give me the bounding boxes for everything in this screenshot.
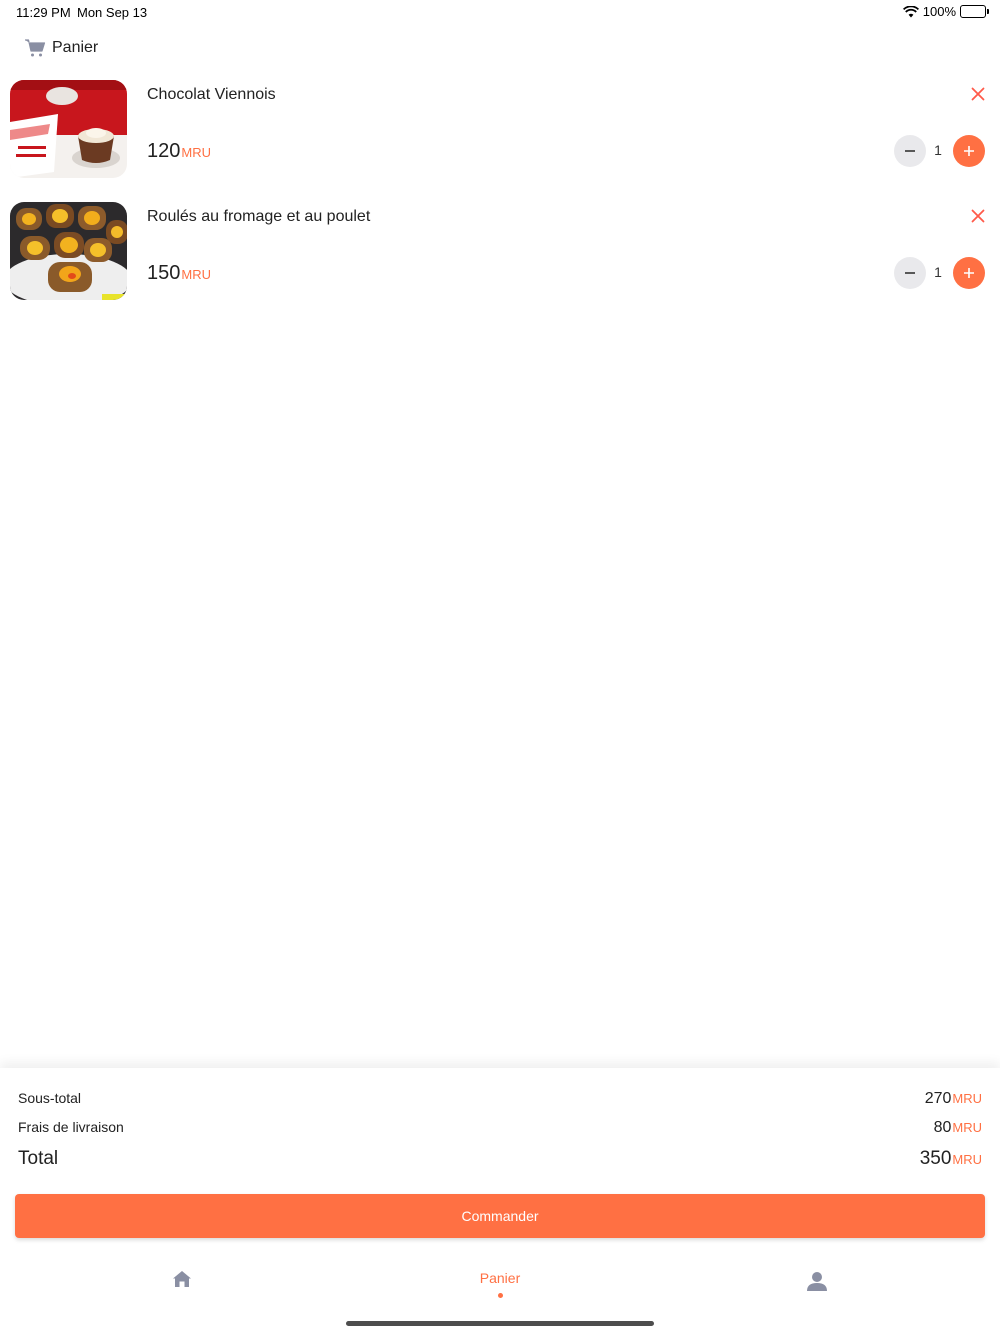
total-row: Total 350MRU (18, 1148, 982, 1170)
item-price-currency: MRU (181, 145, 211, 160)
delivery-fee-amount: 80 (933, 1119, 952, 1136)
total-amount: 350 (919, 1148, 952, 1169)
subtotal-row: Sous-total 270MRU (18, 1090, 982, 1108)
nav-panier[interactable]: Panier (470, 1270, 530, 1298)
cart-item: Chocolat Viennois 120MRU 1 (0, 80, 1000, 180)
item-price: 150MRU (147, 262, 211, 285)
close-icon (971, 87, 985, 101)
item-name: Chocolat Viennois (147, 86, 276, 103)
product-image (10, 202, 127, 300)
minus-icon (905, 272, 915, 274)
increase-quantity-button[interactable] (953, 257, 985, 289)
item-price-value: 150 (147, 262, 181, 284)
subtotal-label: Sous-total (18, 1090, 82, 1106)
cart-icon (24, 38, 46, 58)
product-image (10, 80, 127, 178)
item-name: Roulés au fromage et au poulet (147, 208, 371, 225)
battery-percent: 100% (922, 4, 956, 19)
home-indicator (346, 1321, 654, 1326)
decrease-quantity-button[interactable] (894, 257, 926, 289)
item-price: 120MRU (147, 140, 211, 163)
subtotal-amount: 270 (924, 1090, 952, 1107)
nav-panier-label: Panier (479, 1270, 521, 1286)
cart-item: Roulés au fromage et au poulet 150MRU 1 (0, 202, 1000, 302)
status-indicators: 100% (902, 4, 989, 19)
status-time: 11:29 PM (16, 5, 71, 20)
minus-icon (905, 150, 915, 152)
status-date: Mon Sep 13 (77, 5, 148, 20)
profile-icon (807, 1272, 827, 1291)
total-currency: MRU (952, 1152, 982, 1167)
total-value: 350MRU (920, 1148, 982, 1170)
status-bar: 11:29 PM Mon Sep 13 100% (0, 0, 1000, 24)
remove-item-button[interactable] (970, 208, 986, 224)
delivery-fee-value: 80MRU (934, 1119, 982, 1137)
page-title: Panier (52, 39, 99, 56)
quantity-value: 1 (934, 142, 942, 158)
delivery-fee-currency: MRU (952, 1120, 982, 1135)
battery-icon (960, 5, 989, 18)
wifi-icon (902, 5, 919, 18)
subtotal-currency: MRU (952, 1091, 982, 1106)
order-button[interactable]: Commander (15, 1194, 985, 1238)
delivery-fee-row: Frais de livraison 80MRU (18, 1119, 982, 1137)
plus-icon (964, 146, 974, 156)
item-price-currency: MRU (181, 267, 211, 282)
decrease-quantity-button[interactable] (894, 135, 926, 167)
subtotal-value: 270MRU (925, 1090, 982, 1108)
quantity-value: 1 (934, 264, 942, 280)
nav-profile[interactable] (806, 1270, 828, 1292)
total-label: Total (18, 1148, 59, 1169)
delivery-fee-label: Frais de livraison (18, 1119, 124, 1135)
close-icon (971, 209, 985, 223)
increase-quantity-button[interactable] (953, 135, 985, 167)
nav-home[interactable] (172, 1270, 192, 1288)
remove-item-button[interactable] (970, 86, 986, 102)
home-icon (173, 1271, 191, 1287)
item-price-value: 120 (147, 140, 181, 162)
plus-icon (964, 268, 974, 278)
page-header: Panier (24, 38, 98, 58)
active-indicator (497, 1293, 503, 1298)
